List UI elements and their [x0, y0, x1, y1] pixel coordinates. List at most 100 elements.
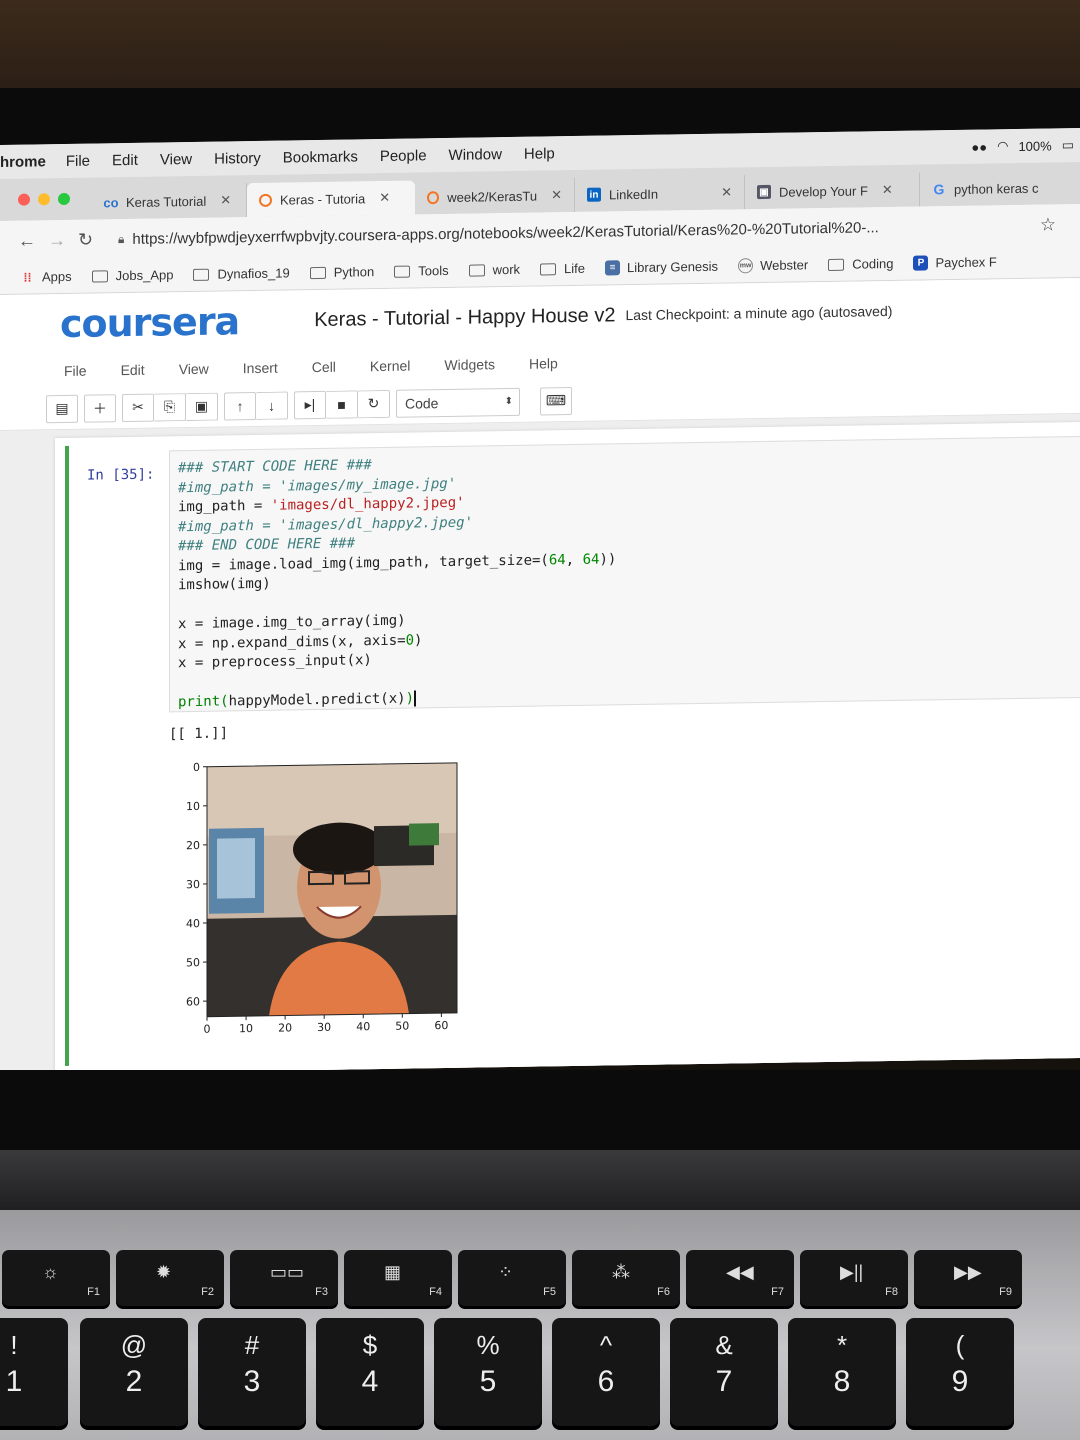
nb-menu-cell[interactable]: Cell [312, 359, 336, 375]
stop-icon[interactable]: ■ [326, 389, 358, 419]
menubar-view[interactable]: View [160, 150, 192, 168]
bookmark-work[interactable]: work [468, 262, 520, 278]
x-tick-label: 50 [395, 1020, 409, 1033]
bookmark-paychex[interactable]: P Paychex F [913, 254, 997, 271]
key-f7[interactable]: ◀◀ F7 [686, 1250, 794, 1306]
cell-type-select[interactable]: Code ⬍ [396, 387, 520, 418]
key-7[interactable]: & 7 [670, 1318, 778, 1426]
folder-icon [394, 265, 411, 278]
tab-close-icon[interactable]: ✕ [220, 192, 231, 208]
menubar-file[interactable]: File [66, 152, 90, 169]
nb-menu-file[interactable]: File [64, 363, 87, 379]
menubar-history[interactable]: History [214, 149, 261, 167]
tab-close-icon[interactable]: ✕ [379, 190, 390, 206]
run-icon[interactable]: ▸| [294, 390, 326, 419]
jupyter-loading-icon [427, 190, 440, 204]
bookmark-coding[interactable]: Coding [828, 256, 893, 272]
close-window-icon[interactable] [18, 193, 30, 206]
key-1[interactable]: ! 1 [0, 1318, 68, 1426]
menubar-edit[interactable]: Edit [112, 151, 138, 168]
nb-menu-edit[interactable]: Edit [121, 362, 145, 378]
menubar-app-name[interactable]: hrome [0, 153, 46, 171]
bookmark-webster[interactable]: mw Webster [738, 257, 808, 274]
bookmark-tools[interactable]: Tools [394, 263, 449, 279]
key-2[interactable]: @2 [80, 1318, 188, 1426]
tab-close-icon[interactable]: ✕ [551, 187, 562, 203]
key-f2[interactable]: ✹ F2 [116, 1250, 224, 1306]
code-punct: ) [414, 631, 423, 648]
move-up-icon[interactable]: ↑ [224, 391, 256, 420]
folder-icon [91, 269, 108, 283]
bookmark-apps[interactable]: ⁞⁞ Apps [20, 269, 72, 285]
tab-close-icon[interactable]: ✕ [882, 182, 893, 198]
launchpad-icon: ▦ [384, 1262, 402, 1282]
forward-icon[interactable]: → [48, 229, 78, 250]
key-f3[interactable]: ▭▭ F3 [230, 1250, 338, 1306]
menubar-people[interactable]: People [380, 147, 427, 165]
paste-icon[interactable]: ▣ [186, 392, 218, 421]
bookmark-star-icon[interactable]: ☆ [1040, 214, 1056, 235]
bookmark-dynafios[interactable]: Dynafios_19 [193, 265, 290, 282]
tab-linkedin[interactable]: in LinkedIn ✕ [575, 175, 745, 212]
y-tick-label: 20 [186, 839, 200, 852]
key-6[interactable]: ^ 6 [552, 1318, 660, 1426]
url-field[interactable]: 🔒︎ https://wybfpwdjeyxerrfwpbvjty.course… [118, 216, 1020, 248]
number-key-row: ! 1 @2 #3 $4 % 5 ^ 6 & 7 * 8 (9 [0, 1318, 1080, 1440]
linkedin-icon: in [587, 187, 601, 202]
tab-develop-your[interactable]: ▣ Develop Your F ✕ [745, 172, 920, 210]
key-f4[interactable]: ▦ F4 [344, 1250, 452, 1306]
code-editor[interactable]: ### START CODE HERE ### #img_path = 'ima… [169, 435, 1080, 713]
menubar-window[interactable]: Window [449, 146, 502, 164]
wifi-icon[interactable]: ◠ [997, 138, 1008, 154]
move-down-icon[interactable]: ↓ [256, 390, 288, 420]
bookmark-life[interactable]: Life [540, 261, 585, 277]
y-tick-label: 30 [186, 878, 200, 891]
nb-menu-widgets[interactable]: Widgets [444, 356, 495, 373]
reload-icon[interactable]: ↻ [78, 229, 108, 250]
y-tick-label: 50 [186, 956, 200, 969]
tab-week2-kerastu[interactable]: week2/KerasTu ✕ [415, 177, 575, 215]
minimize-window-icon[interactable] [38, 193, 50, 206]
zoom-window-icon[interactable] [58, 192, 70, 206]
menubar-help[interactable]: Help [524, 145, 555, 162]
tab-python-keras[interactable]: G python keras c [920, 170, 1060, 206]
tab-close-icon[interactable]: ✕ [721, 185, 732, 201]
key-5[interactable]: % 5 [434, 1318, 542, 1426]
back-icon[interactable]: ← [18, 230, 48, 251]
coursera-logo[interactable]: coursera [60, 299, 239, 346]
bookmark-python[interactable]: Python [309, 264, 374, 280]
bookmark-library-genesis[interactable]: ≡ Library Genesis [605, 259, 718, 276]
save-icon[interactable]: ▤ [46, 394, 78, 423]
key-f8[interactable]: ▶|| F8 [800, 1250, 908, 1306]
nb-menu-kernel[interactable]: Kernel [370, 358, 410, 375]
key-f5[interactable]: ⁘ F5 [458, 1250, 566, 1306]
bookmark-label: Apps [42, 268, 72, 285]
notebook-title[interactable]: Keras - Tutorial - Happy House v2 [314, 304, 615, 332]
battery-icon[interactable]: ▭ [1062, 137, 1074, 153]
code-cell[interactable]: In [35]: ### START CODE HERE ### #img_pa… [65, 429, 1080, 1066]
key-9[interactable]: (9 [906, 1318, 1014, 1426]
nb-menu-view[interactable]: View [179, 361, 209, 377]
restart-icon[interactable]: ↻ [358, 389, 390, 418]
nb-menu-help[interactable]: Help [529, 355, 558, 371]
keyboard-icon[interactable]: ⌨ [540, 386, 572, 416]
cut-icon[interactable]: ✂ [122, 393, 154, 422]
tab-label: Develop Your F [779, 182, 868, 200]
tab-keras-tutorial[interactable]: co Keras Tutorial ✕ [92, 183, 247, 220]
key-f1[interactable]: ☼ F1 [2, 1250, 110, 1306]
tab-keras-tutorial-active[interactable]: Keras - Tutoria ✕ [247, 180, 415, 218]
key-symbol: # [244, 1330, 260, 1360]
bookmark-jobs-app[interactable]: Jobs_App [91, 267, 173, 283]
key-4[interactable]: $4 [316, 1318, 424, 1426]
key-f6[interactable]: ⁂ F6 [572, 1250, 680, 1306]
nb-menu-insert[interactable]: Insert [243, 360, 278, 377]
copy-icon[interactable]: ⎘ [154, 392, 186, 422]
menubar-bookmarks[interactable]: Bookmarks [283, 148, 358, 166]
wechat-icon[interactable]: ●● [971, 139, 987, 154]
key-8[interactable]: * 8 [788, 1318, 896, 1426]
key-3[interactable]: #3 [198, 1318, 306, 1426]
key-f9[interactable]: ▶▶ F9 [914, 1250, 1022, 1306]
tab-label: Keras - Tutoria [280, 190, 366, 208]
insert-cell-icon[interactable]: ＋ [84, 393, 116, 423]
lock-icon: 🔒︎ [118, 231, 125, 246]
